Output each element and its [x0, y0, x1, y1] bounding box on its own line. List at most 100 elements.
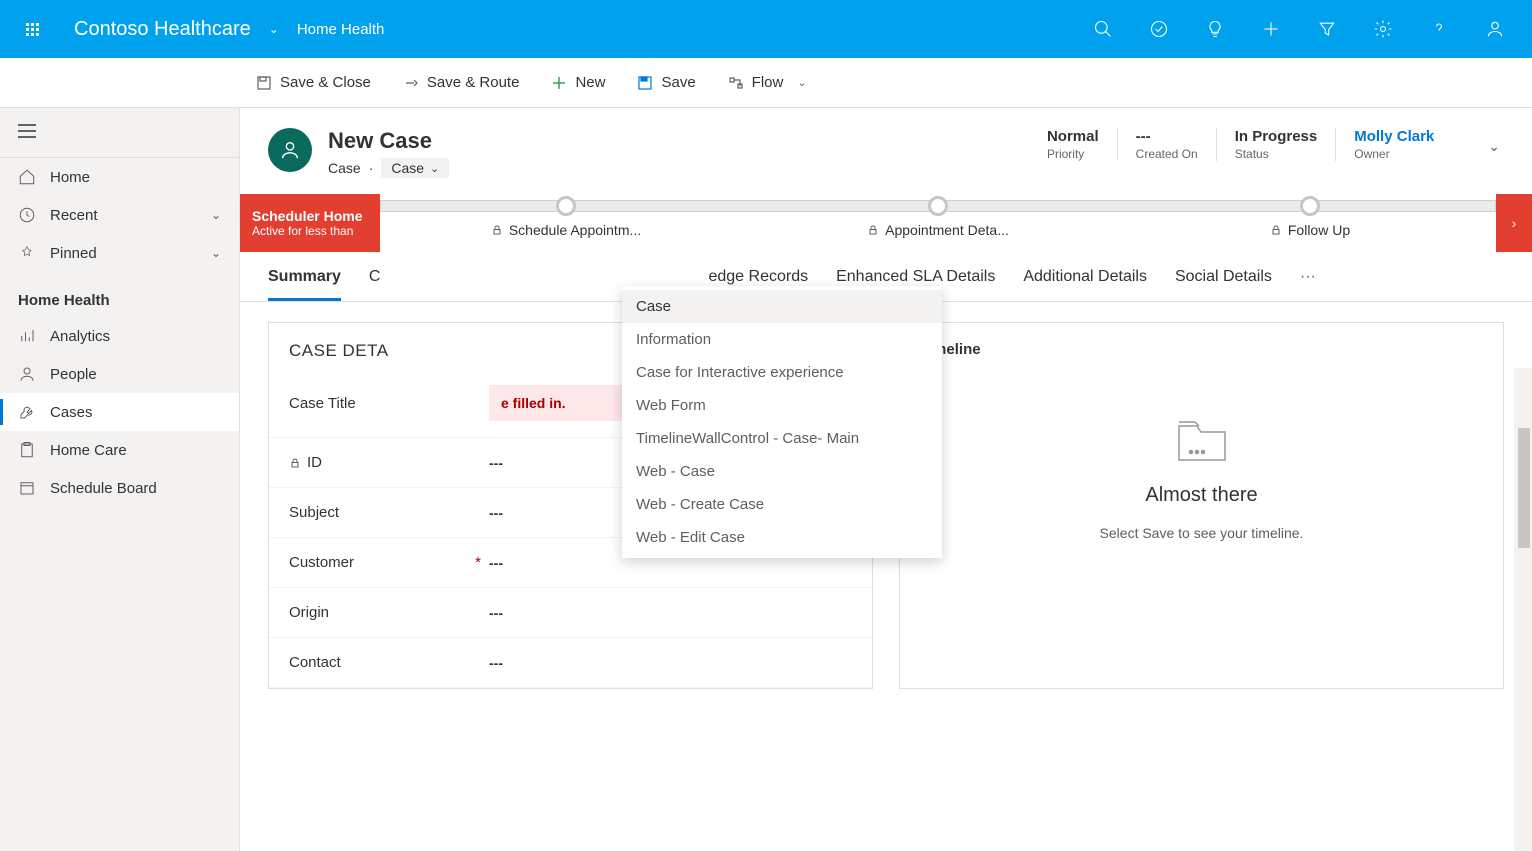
field-label-text: Origin	[289, 604, 329, 621]
command-bar: Save & Close Save & Route New Save Flow …	[0, 58, 1532, 108]
waffle-icon	[26, 23, 39, 36]
save-route-button[interactable]: Save & Route	[399, 68, 524, 97]
hdr-val: Normal	[1047, 128, 1099, 145]
save-close-button[interactable]: Save & Close	[252, 68, 375, 97]
field-label-text: Contact	[289, 654, 341, 671]
calendar-icon	[18, 479, 36, 497]
nav-home-care[interactable]: Home Care	[0, 431, 239, 469]
form-menu-item[interactable]: Information	[622, 323, 942, 356]
tab-partial-1[interactable]: C	[369, 268, 381, 301]
bpf-next-button[interactable]: ›	[1496, 194, 1532, 252]
clipboard-icon	[18, 441, 36, 459]
form-menu-item[interactable]: TimelineWallControl - Case- Main	[622, 422, 942, 455]
timeline-empty-sub: Select Save to see your timeline.	[1100, 525, 1304, 541]
main-content: New Case Case · Case ⌄ Normal Priority	[240, 108, 1532, 851]
lightbulb-icon[interactable]	[1188, 0, 1242, 58]
cmd-label: Save	[661, 74, 695, 91]
hdr-val: Molly Clark	[1354, 128, 1434, 145]
clock-icon	[18, 206, 36, 224]
nav-label: Schedule Board	[50, 480, 157, 497]
app-area-label: Home Health	[297, 21, 385, 38]
chevron-down-icon: ⌄	[211, 208, 221, 222]
left-nav: Home Recent ⌄ Pinned ⌄ Home Health Analy…	[0, 108, 240, 851]
app-name[interactable]: Contoso Healthcare ⌄	[74, 18, 279, 41]
nav-recent[interactable]: Recent ⌄	[0, 196, 239, 234]
nav-home[interactable]: Home	[0, 158, 239, 196]
header-field-created-on[interactable]: --- Created On	[1117, 128, 1216, 161]
nav-people[interactable]: People	[0, 355, 239, 393]
search-icon[interactable]	[1076, 0, 1130, 58]
field-value: ---	[489, 605, 852, 621]
tab-summary[interactable]: Summary	[268, 268, 341, 301]
tab-more[interactable]: ···	[1300, 268, 1316, 301]
record-entity: Case	[328, 160, 361, 176]
nav-label: Cases	[50, 404, 93, 421]
bpf-dot	[1300, 196, 1320, 216]
chevron-down-icon: ⌄	[269, 22, 279, 36]
app-launcher[interactable]	[10, 7, 54, 51]
bpf-stage-appointment[interactable]: Appointment Deta...	[752, 194, 1124, 252]
save-button[interactable]: Save	[633, 68, 699, 97]
stage-label: Schedule Appointm...	[509, 222, 641, 238]
user-icon[interactable]	[1468, 0, 1522, 58]
form-menu-item[interactable]: Web - Create Case	[622, 488, 942, 521]
form-menu-item[interactable]: Web - Case	[622, 455, 942, 488]
hdr-label: Owner	[1354, 147, 1434, 161]
field-label-text: Customer	[289, 554, 354, 571]
filter-icon[interactable]	[1300, 0, 1354, 58]
folder-icon	[1173, 416, 1231, 466]
new-button[interactable]: New	[547, 68, 609, 97]
header-expand[interactable]: ⌄	[1468, 128, 1504, 155]
hdr-label: Created On	[1136, 147, 1198, 161]
form-menu-item[interactable]: Case	[622, 290, 942, 323]
nav-label: Home	[50, 169, 90, 186]
tab-social-details[interactable]: Social Details	[1175, 268, 1272, 301]
nav-cases[interactable]: Cases	[0, 393, 239, 431]
form-selector[interactable]: Case ⌄	[381, 158, 449, 178]
plus-icon[interactable]	[1244, 0, 1298, 58]
lock-icon	[1270, 224, 1282, 236]
task-icon[interactable]	[1132, 0, 1186, 58]
header-field-status[interactable]: In Progress Status	[1216, 128, 1336, 161]
record-avatar	[268, 128, 312, 172]
nav-pinned[interactable]: Pinned ⌄	[0, 234, 239, 272]
home-icon	[18, 168, 36, 186]
nav-analytics[interactable]: Analytics	[0, 317, 239, 355]
nav-section-header: Home Health	[0, 272, 239, 317]
lock-icon	[289, 457, 301, 469]
person-icon	[279, 139, 301, 161]
chevron-down-icon: ⌄	[797, 76, 806, 89]
help-icon[interactable]	[1412, 0, 1466, 58]
tab-additional-details[interactable]: Additional Details	[1023, 268, 1147, 301]
scrollbar-thumb[interactable]	[1518, 428, 1530, 548]
form-menu-item[interactable]: Web Form	[622, 389, 942, 422]
field-origin[interactable]: Origin ---	[269, 588, 872, 638]
scrollbar[interactable]	[1514, 368, 1532, 851]
header-field-priority[interactable]: Normal Priority	[1029, 128, 1117, 161]
form-selector-label: Case	[391, 160, 424, 176]
banner-sub: Active for less than	[252, 224, 368, 238]
field-label-text: Case Title	[289, 395, 356, 412]
cmd-label: Save & Close	[280, 74, 371, 91]
form-menu-item[interactable]: Web - Edit Case	[622, 521, 942, 554]
cmd-label: Flow	[752, 74, 784, 91]
lock-icon	[867, 224, 879, 236]
nav-schedule-board[interactable]: Schedule Board	[0, 469, 239, 507]
bpf-active-stage[interactable]: Scheduler Home Active for less than	[240, 194, 380, 252]
header-field-owner[interactable]: Molly Clark Owner	[1335, 128, 1452, 161]
wrench-icon	[18, 403, 36, 421]
flow-button[interactable]: Flow ⌄	[724, 68, 811, 97]
bpf-stage-schedule[interactable]: Schedule Appointm...	[380, 194, 752, 252]
nav-collapse-button[interactable]	[0, 108, 239, 158]
timeline-panel: Timeline Almost there Select Save to see…	[899, 322, 1504, 689]
nav-label: Home Care	[50, 442, 127, 459]
nav-label: Pinned	[50, 245, 97, 262]
bpf-dot	[928, 196, 948, 216]
bpf-stage-followup[interactable]: Follow Up	[1124, 194, 1496, 252]
field-contact[interactable]: Contact ---	[269, 638, 872, 688]
nav-label: Recent	[50, 207, 98, 224]
banner-title: Scheduler Home	[252, 208, 368, 224]
gear-icon[interactable]	[1356, 0, 1410, 58]
field-value: ---	[489, 655, 852, 671]
form-menu-item[interactable]: Case for Interactive experience	[622, 356, 942, 389]
